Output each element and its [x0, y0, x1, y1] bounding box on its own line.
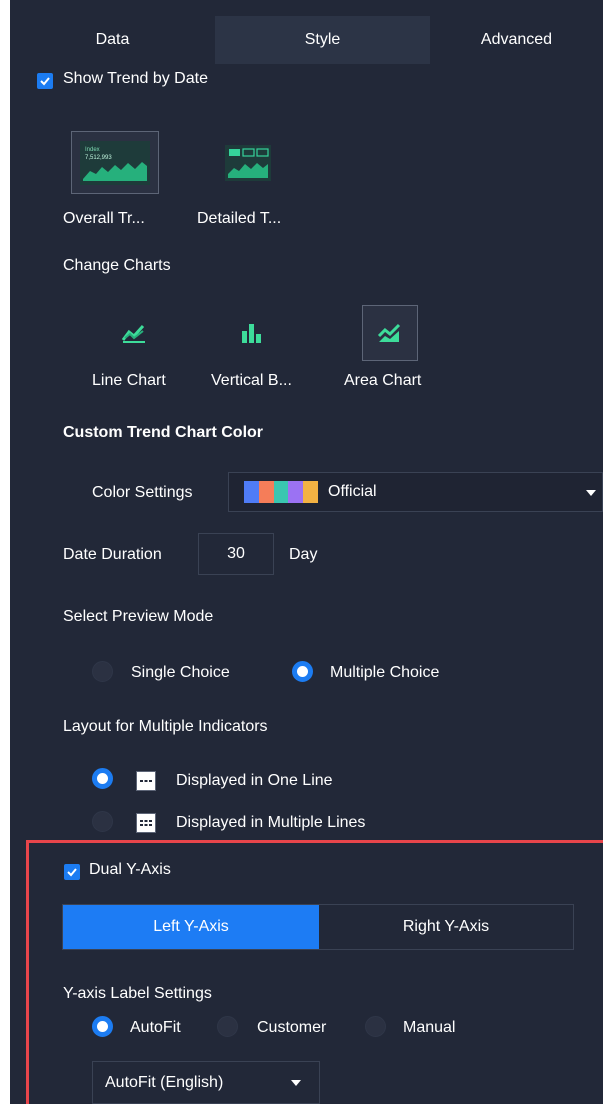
- vertical-bar-chart-option[interactable]: [225, 305, 281, 361]
- thumb-value-text: 7,512,993: [85, 155, 112, 161]
- vertical-bar-chart-icon: [242, 324, 261, 343]
- detailed-trend-thumbnail-icon: [225, 144, 271, 181]
- thumb-index-text: Index: [85, 147, 100, 153]
- date-duration-input[interactable]: 30: [198, 533, 274, 575]
- dual-y-axis-label: Dual Y-Axis: [89, 861, 171, 878]
- customer-radio[interactable]: [217, 1016, 238, 1037]
- chevron-down-icon: [291, 1080, 301, 1086]
- overall-trend-thumbnail-icon: Index 7,512,993: [80, 140, 150, 185]
- tab-style[interactable]: Style: [215, 16, 430, 64]
- multiple-choice-label: Multiple Choice: [330, 664, 440, 681]
- manual-radio[interactable]: [365, 1016, 386, 1037]
- swatch: [303, 481, 318, 503]
- y-label-heading: Y-axis Label Settings: [63, 985, 212, 1002]
- check-icon: [67, 868, 77, 877]
- custom-color-heading: Custom Trend Chart Color: [63, 424, 264, 441]
- date-duration-unit: Day: [289, 546, 318, 563]
- axis-segmented-control: Left Y-Axis Right Y-Axis: [62, 904, 574, 950]
- vertical-bar-label: Vertical B...: [211, 372, 292, 389]
- overall-trend-option[interactable]: Index 7,512,993: [71, 131, 159, 194]
- multi-line-layout-icon: [136, 813, 156, 833]
- change-charts-heading: Change Charts: [63, 257, 171, 274]
- area-chart-icon: [377, 323, 401, 342]
- tab-advanced[interactable]: Advanced: [430, 16, 603, 64]
- tab-bar: Data Style Advanced: [10, 16, 603, 64]
- tab-data[interactable]: Data: [10, 16, 215, 64]
- swatch: [288, 481, 304, 503]
- customer-label: Customer: [257, 1019, 327, 1036]
- multiple-lines-radio[interactable]: [92, 811, 113, 832]
- preview-mode-heading: Select Preview Mode: [63, 608, 214, 625]
- swatch: [273, 481, 289, 503]
- color-settings-value: Official: [328, 483, 377, 500]
- swatch: [244, 481, 259, 503]
- autofit-label: AutoFit: [130, 1019, 181, 1036]
- multiple-choice-radio[interactable]: [292, 661, 313, 682]
- show-trend-checkbox[interactable]: [37, 73, 53, 89]
- date-duration-value: 30: [227, 545, 245, 562]
- color-settings-select[interactable]: Official: [228, 472, 603, 512]
- manual-label: Manual: [403, 1019, 456, 1036]
- swatch: [258, 481, 274, 503]
- multiple-lines-label: Displayed in Multiple Lines: [176, 814, 366, 831]
- area-chart-option[interactable]: [362, 305, 418, 361]
- detailed-trend-option[interactable]: [208, 131, 288, 194]
- line-chart-option[interactable]: [106, 305, 162, 361]
- overall-trend-label: Overall Tr...: [63, 210, 145, 227]
- line-chart-label: Line Chart: [92, 372, 166, 389]
- one-line-radio[interactable]: [92, 768, 113, 789]
- autofit-language-select[interactable]: AutoFit (English): [92, 1061, 320, 1104]
- check-icon: [40, 77, 50, 86]
- color-palette-swatches: [244, 481, 318, 503]
- show-trend-label: Show Trend by Date: [63, 70, 208, 87]
- date-duration-label: Date Duration: [63, 546, 162, 563]
- one-line-label: Displayed in One Line: [176, 772, 333, 789]
- color-settings-label: Color Settings: [92, 484, 193, 501]
- detailed-trend-label: Detailed T...: [197, 210, 282, 227]
- right-y-axis-tab[interactable]: Right Y-Axis: [319, 905, 573, 949]
- area-chart-label: Area Chart: [344, 372, 422, 389]
- single-choice-label: Single Choice: [131, 664, 230, 681]
- chevron-down-icon: [586, 490, 596, 496]
- single-choice-radio[interactable]: [92, 661, 113, 682]
- autofit-radio[interactable]: [92, 1016, 113, 1037]
- single-line-layout-icon: [136, 771, 156, 791]
- dual-y-axis-checkbox[interactable]: [64, 864, 80, 880]
- autofit-language-value: AutoFit (English): [105, 1073, 224, 1091]
- layout-multi-heading: Layout for Multiple Indicators: [63, 718, 268, 735]
- line-chart-icon: [121, 324, 145, 343]
- left-y-axis-tab[interactable]: Left Y-Axis: [63, 905, 319, 949]
